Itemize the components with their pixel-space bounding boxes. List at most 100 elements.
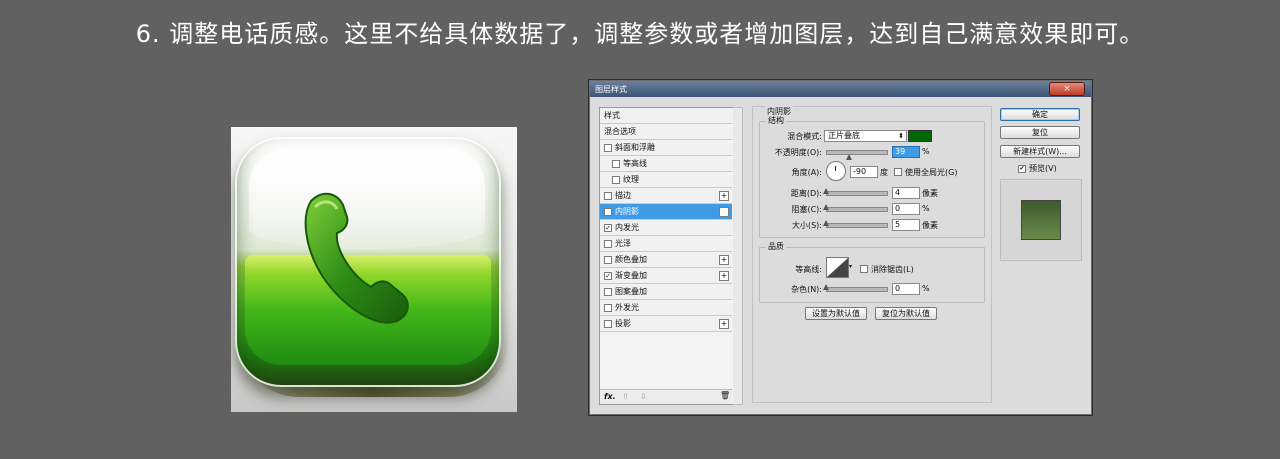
distance-label: 距离(D):: [790, 189, 822, 198]
noise-slider[interactable]: [826, 287, 888, 292]
phone-icon-preview: [231, 127, 517, 412]
style-item-label: 颜色叠加: [615, 255, 647, 264]
style-item[interactable]: 颜色叠加 +: [600, 252, 732, 268]
noise-unit: %: [922, 284, 930, 293]
style-item[interactable]: 图案叠加: [600, 284, 732, 300]
style-item-label: 斜面和浮雕: [615, 143, 655, 152]
add-effect-icon[interactable]: +: [719, 319, 729, 329]
style-item[interactable]: 样式: [600, 108, 732, 124]
make-default-button[interactable]: 设置为默认值: [805, 307, 867, 320]
close-button[interactable]: ×: [1049, 82, 1085, 96]
angle-label: 角度(A):: [791, 168, 822, 177]
distance-input[interactable]: 4: [892, 187, 920, 199]
style-item[interactable]: 等高线: [600, 156, 732, 172]
blend-color-swatch[interactable]: [908, 130, 932, 142]
style-item-checkbox[interactable]: [604, 256, 612, 264]
distance-slider[interactable]: [826, 191, 888, 196]
style-item-checkbox[interactable]: [604, 304, 612, 312]
style-item-checkbox[interactable]: [604, 320, 612, 328]
add-effect-icon[interactable]: +: [719, 255, 729, 265]
blend-mode-select[interactable]: 正片叠底 ⬍: [824, 130, 907, 142]
angle-input[interactable]: -90: [850, 166, 878, 178]
style-item-label: 样式: [604, 111, 620, 120]
dialog-titlebar[interactable]: 图层样式 ×: [590, 81, 1091, 97]
style-item-checkbox[interactable]: [604, 192, 612, 200]
style-item-label: 纹理: [623, 175, 639, 184]
global-light-checkbox[interactable]: [894, 168, 902, 176]
styles-list-scrollbar[interactable]: [733, 107, 743, 405]
reset-default-button[interactable]: 复位为默认值: [875, 307, 937, 320]
contour-label: 等高线:: [795, 265, 822, 274]
style-item[interactable]: ✓ 内阴影 +: [600, 204, 732, 220]
global-light-label: 使用全局光(G): [905, 168, 958, 177]
move-down-icon[interactable]: ⇩: [640, 392, 647, 401]
opacity-input[interactable]: 39: [892, 146, 920, 158]
preview-label: 预览(V): [1029, 164, 1057, 173]
trash-icon[interactable]: 🗑: [720, 391, 730, 400]
fx-button[interactable]: fx.: [604, 392, 616, 401]
size-input[interactable]: 5: [892, 219, 920, 231]
noise-input[interactable]: 0: [892, 283, 920, 295]
opacity-unit: %: [922, 147, 930, 156]
style-item-label: 混合选项: [604, 127, 636, 136]
style-item[interactable]: 纹理: [600, 172, 732, 188]
add-effect-icon[interactable]: +: [719, 207, 729, 217]
style-item-label: 内阴影: [615, 207, 639, 216]
choke-label: 阻塞(C):: [791, 205, 822, 214]
contour-curve-icon: [827, 258, 848, 277]
style-item-label: 外发光: [615, 303, 639, 312]
inner-shadow-panel: 内阴影 结构 混合模式: 正片叠底 ⬍ 不透明度(O): 39 % 角度(A):…: [752, 106, 992, 403]
style-item[interactable]: 光泽: [600, 236, 732, 252]
noise-slider-knob[interactable]: [823, 284, 829, 290]
style-item[interactable]: 外发光: [600, 300, 732, 316]
style-item-checkbox[interactable]: [604, 240, 612, 248]
preview-checkbox[interactable]: ✔: [1018, 165, 1026, 173]
style-item[interactable]: 混合选项: [600, 124, 732, 140]
add-effect-icon[interactable]: +: [719, 271, 729, 281]
opacity-slider-knob[interactable]: [846, 154, 853, 160]
antialias-label: 消除锯齿(L): [871, 265, 914, 274]
angle-dial[interactable]: [826, 161, 846, 181]
new-style-button[interactable]: 新建样式(W)...: [1000, 145, 1080, 158]
blend-mode-value: 正片叠底: [828, 131, 860, 140]
size-slider[interactable]: [826, 223, 888, 228]
style-item-checkbox[interactable]: [604, 288, 612, 296]
quality-title: 品质: [766, 241, 786, 252]
quality-group: 品质 等高线: ▾ 消除锯齿(L) 杂色(N): 0 %: [759, 241, 985, 303]
size-slider-knob[interactable]: [823, 220, 829, 226]
phone-handset-icon: [304, 192, 409, 324]
style-preview-box: [1000, 179, 1082, 261]
style-item-checkbox[interactable]: ✓: [604, 208, 612, 216]
style-item-checkbox[interactable]: ✓: [604, 224, 612, 232]
style-item-label: 渐变叠加: [615, 271, 647, 280]
style-item-checkbox[interactable]: [612, 176, 620, 184]
distance-unit: 像素: [922, 189, 938, 198]
opacity-slider[interactable]: [826, 150, 888, 155]
choke-input[interactable]: 0: [892, 203, 920, 215]
style-item-checkbox[interactable]: ✓: [604, 272, 612, 280]
move-up-icon[interactable]: ⇧: [622, 392, 629, 401]
styles-list: 样式 混合选项 斜面和浮雕 等高线 纹理 描边 + ✓ 内阴影 + ✓ 内发光 光泽 颜色叠加 + ✓ 渐变叠加…: [599, 107, 735, 405]
antialias-checkbox[interactable]: [860, 265, 868, 273]
style-item-checkbox[interactable]: [612, 160, 620, 168]
choke-slider-knob[interactable]: [823, 204, 829, 210]
style-item-label: 图案叠加: [615, 287, 647, 296]
style-item[interactable]: 投影 +: [600, 316, 732, 332]
style-item[interactable]: ✓ 渐变叠加 +: [600, 268, 732, 284]
choke-unit: %: [922, 204, 930, 213]
style-item-label: 光泽: [615, 239, 631, 248]
style-item[interactable]: 斜面和浮雕: [600, 140, 732, 156]
contour-caret-icon[interactable]: ▾: [849, 263, 852, 270]
style-item-checkbox[interactable]: [604, 144, 612, 152]
style-item-label: 内发光: [615, 223, 639, 232]
choke-slider[interactable]: [826, 207, 888, 212]
angle-dial-hand: [835, 166, 836, 171]
reset-button[interactable]: 复位: [1000, 126, 1080, 139]
add-effect-icon[interactable]: +: [719, 191, 729, 201]
style-item[interactable]: ✓ 内发光: [600, 220, 732, 236]
ok-button[interactable]: 确定: [1000, 108, 1080, 121]
style-item[interactable]: 描边 +: [600, 188, 732, 204]
style-item-label: 投影: [615, 319, 631, 328]
distance-slider-knob[interactable]: [823, 188, 829, 194]
contour-picker[interactable]: [826, 257, 849, 278]
